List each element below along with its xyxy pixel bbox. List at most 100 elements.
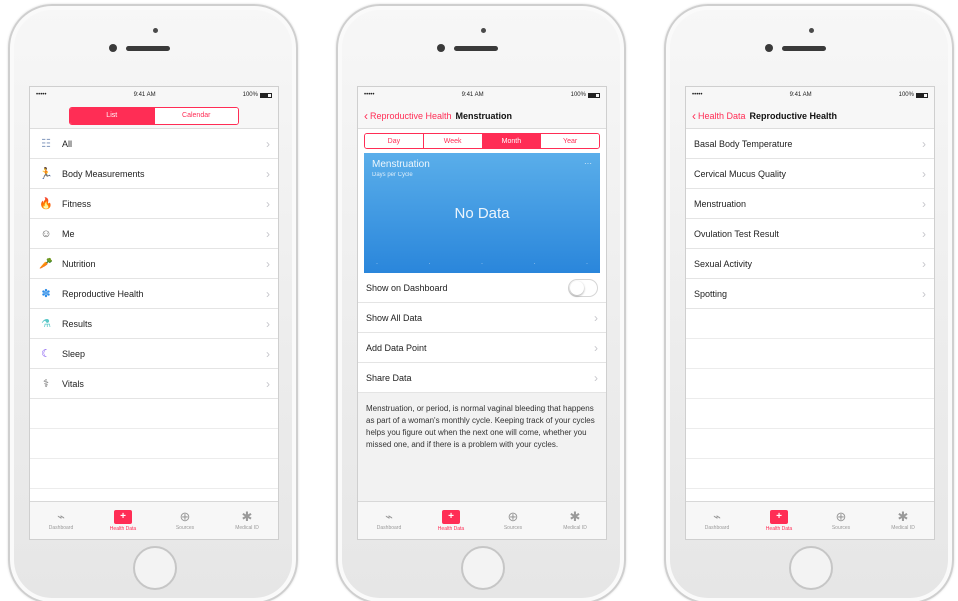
tab-dashboard[interactable]: ⌁ Dashboard <box>358 502 420 539</box>
chevron-right-icon: › <box>266 376 270 391</box>
tab-health-data[interactable]: + Health Data <box>420 502 482 539</box>
tab-dashboard[interactable]: ⌁ Dashboard <box>30 502 92 539</box>
home-button[interactable] <box>133 546 177 590</box>
data-type-row[interactable]: Cervical Mucus Quality › <box>686 159 934 189</box>
chevron-left-icon: ‹ <box>692 108 696 123</box>
nav-bar: List Calendar <box>30 103 278 129</box>
carrier-signal: ••••• <box>692 92 703 98</box>
status-bar: ••••• 9:41 AM 100% <box>30 87 278 103</box>
segment-list[interactable]: List <box>70 107 154 124</box>
battery-icon <box>915 92 928 98</box>
tab-label: Sources <box>831 525 851 531</box>
front-sensor <box>153 28 158 33</box>
category-label: Reproductive Health <box>62 288 144 299</box>
segment-month[interactable]: Month <box>481 134 541 148</box>
tab-label: Medical ID <box>235 525 259 531</box>
tab-sources[interactable]: ⊕ Sources <box>154 502 216 539</box>
chevron-right-icon: › <box>266 136 270 151</box>
axis-tick: · <box>481 261 483 267</box>
tab-bar: ⌁ Dashboard + Health Data ⊕ Sources ✱ Medical I… <box>358 501 606 539</box>
share-data-label: Share Data <box>366 372 412 383</box>
data-type-row[interactable]: Sexual Activity › <box>686 249 934 279</box>
tab-label: Dashboard <box>376 525 402 531</box>
dashboard-icon: ⌁ <box>713 509 721 524</box>
sources-icon: ⊕ <box>179 509 191 524</box>
add-data-point-row[interactable]: Add Data Point › <box>358 333 606 363</box>
category-row[interactable]: 🔥 Fitness › <box>30 189 278 219</box>
sources-icon: ⊕ <box>835 509 847 524</box>
menstruation-description: Menstruation, or period, is normal vagin… <box>358 393 606 513</box>
category-label: Fitness <box>62 198 92 209</box>
tab-label: Health Data <box>109 525 137 532</box>
empty-row <box>30 459 278 489</box>
tab-label: Medical ID <box>563 525 587 531</box>
empty-row <box>686 429 934 459</box>
tab-label: Dashboard <box>48 525 74 531</box>
empty-row <box>686 459 934 489</box>
nav-bar: ‹ Reproductive Health Menstruation <box>358 103 606 129</box>
chevron-right-icon: › <box>922 196 926 211</box>
category-label: Nutrition <box>62 258 96 269</box>
segment-year[interactable]: Year <box>540 134 599 148</box>
chevron-right-icon: › <box>266 196 270 211</box>
tab-sources[interactable]: ⊕ Sources <box>482 502 544 539</box>
empty-row <box>30 399 278 429</box>
category-row[interactable]: ⚕ Vitals › <box>30 369 278 399</box>
category-label: Vitals <box>62 378 84 389</box>
data-type-row[interactable]: Menstruation › <box>686 189 934 219</box>
category-row[interactable]: 🥕 Nutrition › <box>30 249 278 279</box>
back-button[interactable]: ‹ Health Data <box>692 110 746 122</box>
category-row[interactable]: ☾ Sleep › <box>30 339 278 369</box>
tab-health-data[interactable]: + Health Data <box>748 502 810 539</box>
front-camera <box>765 44 773 52</box>
category-row[interactable]: ☷ All › <box>30 129 278 159</box>
tab-health-data[interactable]: + Health Data <box>92 502 154 539</box>
segment-week[interactable]: Week <box>422 134 482 148</box>
tab-dashboard[interactable]: ⌁ Dashboard <box>686 502 748 539</box>
segment-day[interactable]: Day <box>365 134 423 148</box>
sources-icon: ⊕ <box>507 509 519 524</box>
health-data-icon: + <box>442 509 460 524</box>
nav-bar: ‹ Health Data Reproductive Health <box>686 103 934 129</box>
body-measurements-icon: 🏃 <box>39 168 53 180</box>
no-data-label: No Data <box>454 205 510 222</box>
chevron-left-icon: ‹ <box>364 108 368 123</box>
front-sensor <box>809 28 814 33</box>
back-button[interactable]: ‹ Reproductive Health <box>364 110 452 122</box>
share-data-row[interactable]: Share Data › <box>358 363 606 393</box>
period-segmented-control: Day Week Month Year <box>364 133 600 149</box>
tab-medical-id[interactable]: ✱ Medical ID <box>216 502 278 539</box>
battery-percent: 100% <box>570 92 586 98</box>
home-button[interactable] <box>789 546 833 590</box>
earpiece-speaker <box>454 46 498 51</box>
chart-more-icon: ··· <box>584 159 592 168</box>
category-row[interactable]: 🏃 Body Measurements › <box>30 159 278 189</box>
front-sensor <box>481 28 486 33</box>
earpiece-speaker <box>126 46 170 51</box>
tab-sources[interactable]: ⊕ Sources <box>810 502 872 539</box>
data-type-label: Cervical Mucus Quality <box>694 168 787 179</box>
show-on-dashboard-toggle[interactable] <box>568 278 598 297</box>
category-label: All <box>62 138 73 149</box>
category-row[interactable]: ☺ Me › <box>30 219 278 249</box>
category-row[interactable]: ⚗ Results › <box>30 309 278 339</box>
carrier-signal: ••••• <box>36 92 47 98</box>
status-bar: ••••• 9:41 AM 100% <box>686 87 934 103</box>
show-all-data-row[interactable]: Show All Data › <box>358 303 606 333</box>
segment-calendar[interactable]: Calendar <box>153 107 238 124</box>
home-button[interactable] <box>461 546 505 590</box>
data-type-row[interactable]: Ovulation Test Result › <box>686 219 934 249</box>
screen: ••••• 9:41 AM 100% List Calendar ☷ All › 🏃 Bo… <box>29 86 279 540</box>
data-type-label: Sexual Activity <box>694 258 753 269</box>
data-type-label: Basal Body Temperature <box>694 138 793 149</box>
tab-medical-id[interactable]: ✱ Medical ID <box>872 502 934 539</box>
battery-percent: 100% <box>242 92 258 98</box>
data-type-row[interactable]: Spotting › <box>686 279 934 309</box>
data-type-row[interactable]: Basal Body Temperature › <box>686 129 934 159</box>
status-time: 9:41 AM <box>133 92 156 98</box>
menstruation-chart[interactable]: Menstruation Days per Cycle ··· No Data … <box>364 153 600 273</box>
status-bar: ••••• 9:41 AM 100% <box>358 87 606 103</box>
tab-medical-id[interactable]: ✱ Medical ID <box>544 502 606 539</box>
category-row[interactable]: ✽ Reproductive Health › <box>30 279 278 309</box>
reproductive-health-icon: ✽ <box>41 288 51 300</box>
